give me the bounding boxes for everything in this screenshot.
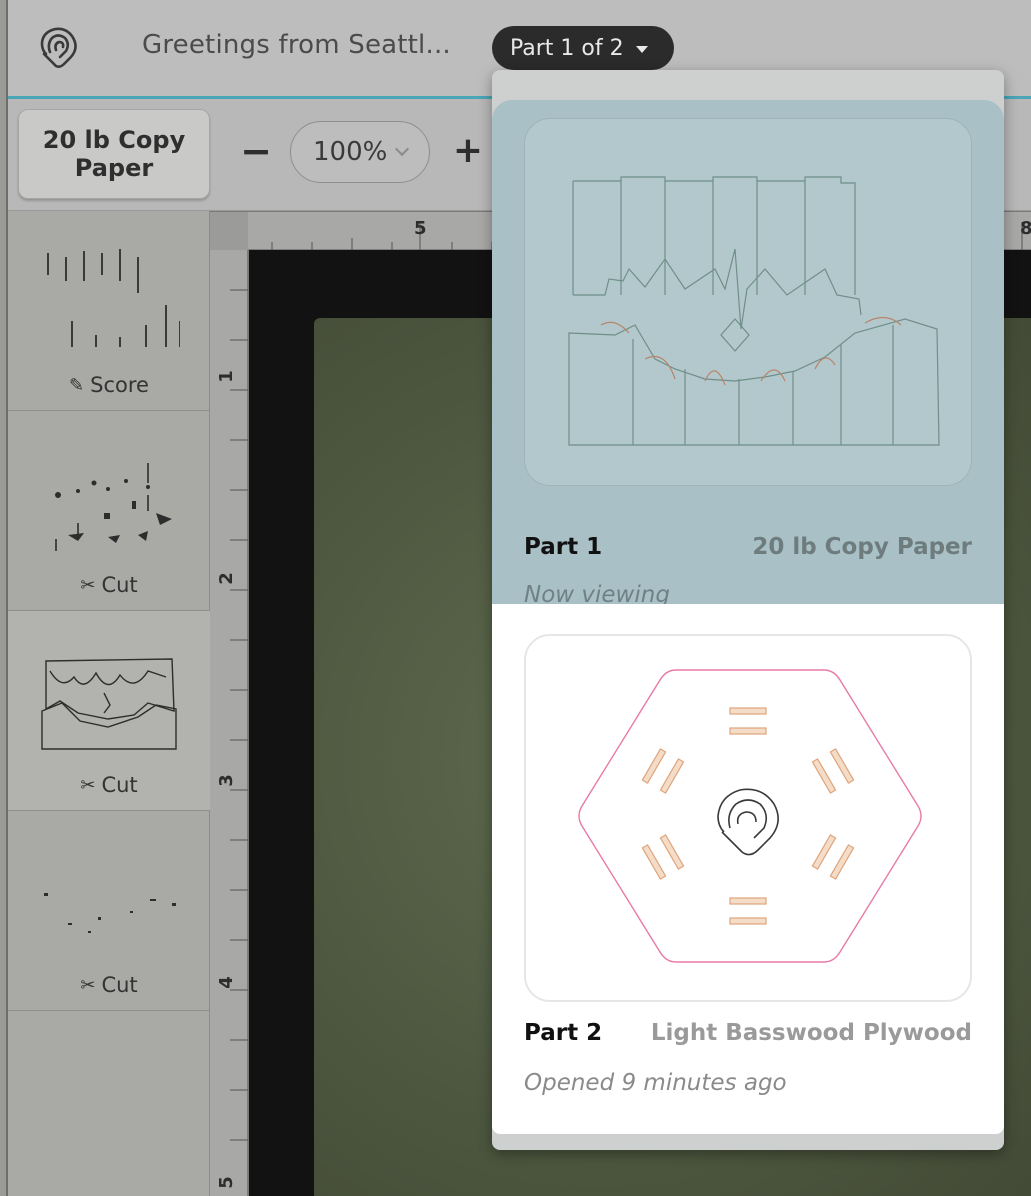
part-selector-button[interactable]: Part 1 of 2: [492, 26, 674, 70]
score-thumbnail: [47, 249, 180, 347]
part-1-name: Part 1: [524, 534, 603, 560]
zoom-value: 100%: [313, 137, 388, 167]
ruler-left-label-1: 1: [215, 370, 237, 383]
cut-thumbnail-2: [41, 658, 177, 750]
step-label-cut-1: Cut: [101, 573, 138, 597]
part-2-status: Opened 9 minutes ago: [524, 1070, 787, 1096]
ruler-left-label-3: 3: [215, 774, 237, 787]
ruler-left-ticks: [230, 289, 248, 1141]
zoom-in-button[interactable]: +: [448, 131, 488, 171]
step-item-cut-1[interactable]: ✂ Cut: [8, 411, 210, 611]
part-2-name: Part 2: [524, 1020, 603, 1046]
pencil-icon: ✎: [69, 374, 85, 396]
part-1-thumbnail: [524, 118, 972, 486]
document-title[interactable]: Greetings from Seattl...: [142, 30, 451, 60]
step-label-score: Score: [90, 373, 149, 397]
part-option-1[interactable]: Part 1 20 lb Copy Paper Now viewing: [492, 100, 1004, 632]
step-label-cut-2: Cut: [101, 773, 138, 797]
material-button[interactable]: 20 lb Copy Paper: [18, 109, 210, 199]
scissors-icon: ✂: [80, 574, 96, 596]
part-dropdown-menu: Part 1 20 lb Copy Paper Now viewing Part…: [492, 70, 1004, 1150]
zoom-out-button[interactable]: −: [236, 131, 276, 171]
chevron-down-icon: [395, 141, 410, 157]
step-item-cut-3[interactable]: ✂ Cut: [8, 811, 210, 1011]
caret-down-icon: [635, 46, 648, 53]
ruler-left-label-2: 2: [215, 572, 237, 585]
part-1-material: 20 lb Copy Paper: [752, 534, 972, 560]
ruler-left: 1 2 3 4 5: [210, 250, 248, 1196]
part-2-thumbnail: [524, 634, 972, 1002]
ruler-top-label-5: 5: [414, 218, 427, 239]
scissors-icon: ✂: [80, 774, 96, 796]
part-2-material: Light Basswood Plywood: [650, 1020, 972, 1046]
step-item-score[interactable]: ✎ Score: [8, 211, 210, 411]
cut-thumbnail-3: [44, 893, 176, 933]
glowforge-logo-icon[interactable]: [36, 22, 82, 68]
ruler-left-label-4: 4: [215, 976, 237, 989]
zoom-select[interactable]: 100%: [290, 121, 430, 183]
step-item-cut-2[interactable]: ✂ Cut: [8, 611, 210, 811]
ruler-top-label-8: 8: [1020, 218, 1031, 239]
cut-thumbnail-1: [55, 463, 172, 551]
ruler-corner: [210, 212, 248, 250]
part-selector-label: Part 1 of 2: [510, 35, 624, 61]
steps-panel: ✎ Score ✂ Cut ✂ Cut ✂ Cut: [8, 211, 210, 1196]
ruler-left-label-5: 5: [215, 1176, 237, 1189]
step-label-cut-3: Cut: [101, 973, 138, 997]
scissors-icon: ✂: [80, 974, 96, 996]
part-option-2[interactable]: Part 2 Light Basswood Plywood Opened 9 m…: [492, 604, 1004, 1134]
